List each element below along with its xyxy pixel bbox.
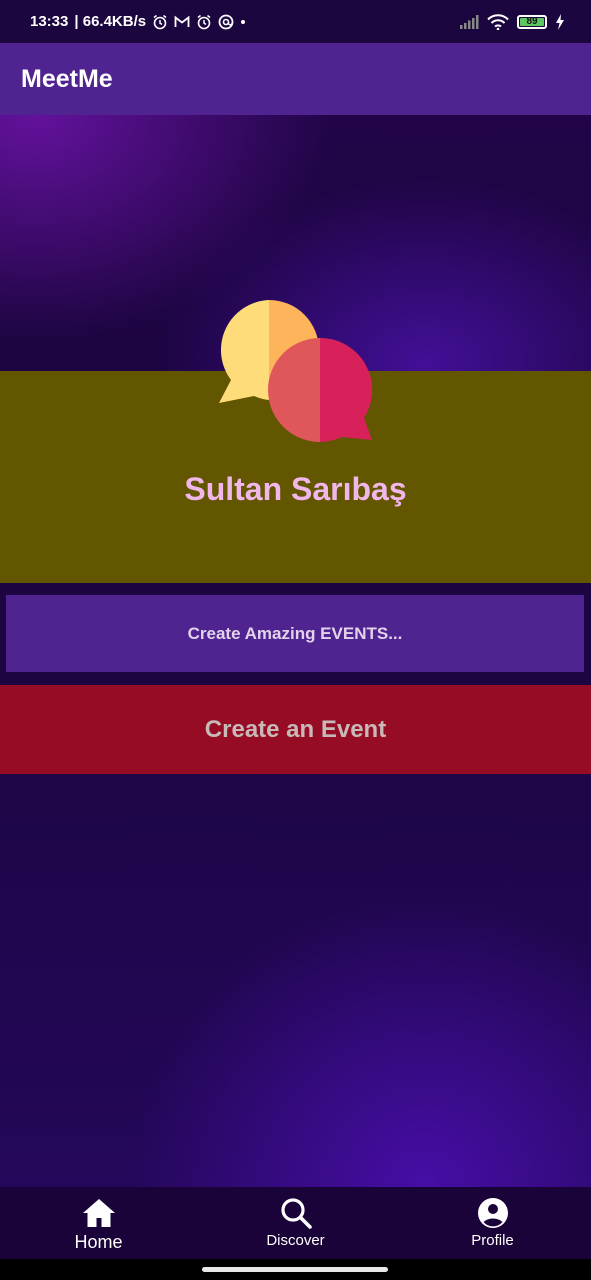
alarm-icon xyxy=(196,14,212,30)
status-time: 13:33 xyxy=(30,13,69,30)
nav-home-label: Home xyxy=(74,1232,123,1252)
create-event-label: Create an Event xyxy=(204,715,387,743)
user-name: Sultan Sarıbaş xyxy=(184,471,407,507)
gesture-area xyxy=(0,1259,591,1280)
nav-discover[interactable]: Discover xyxy=(197,1187,394,1259)
search-icon xyxy=(279,1196,313,1230)
app-title: MeetMe xyxy=(21,64,113,93)
app-screen: 13:33 | 66.4KB/s 89 MeetMe Sultan Sarıba… xyxy=(0,0,591,1280)
status-bar: 13:33 | 66.4KB/s 89 xyxy=(0,0,591,43)
notification-icons xyxy=(152,14,246,30)
status-left: 13:33 | 66.4KB/s xyxy=(30,13,246,30)
gmail-icon xyxy=(174,15,190,29)
tagline-banner: Create Amazing EVENTS... xyxy=(6,595,584,672)
signal-icon xyxy=(459,14,479,30)
app-bar: MeetMe xyxy=(0,43,591,115)
nav-profile[interactable]: Profile xyxy=(394,1187,591,1259)
alarm-icon xyxy=(152,14,168,30)
nav-home[interactable]: Home xyxy=(0,1187,197,1259)
battery-level: 89 xyxy=(526,16,538,27)
at-icon xyxy=(218,14,234,30)
main-content: Sultan Sarıbaş Create Amazing EVENTS... … xyxy=(0,115,591,1187)
wifi-icon xyxy=(487,13,509,30)
gesture-handle[interactable] xyxy=(202,1267,388,1272)
home-icon xyxy=(82,1196,116,1230)
charging-icon xyxy=(555,13,565,30)
network-speed: | 66.4KB/s xyxy=(74,13,147,30)
create-event-button[interactable]: Create an Event xyxy=(0,685,591,774)
chat-bubbles-icon xyxy=(214,295,378,445)
nav-discover-label: Discover xyxy=(266,1232,325,1249)
status-right: 89 xyxy=(459,13,565,30)
dot-icon xyxy=(240,19,246,25)
tagline-text: Create Amazing EVENTS... xyxy=(187,623,403,643)
account-circle-icon xyxy=(476,1196,510,1230)
nav-profile-label: Profile xyxy=(471,1232,514,1249)
battery-icon: 89 xyxy=(517,14,547,29)
bottom-navigation: Home Discover Profile xyxy=(0,1187,591,1259)
